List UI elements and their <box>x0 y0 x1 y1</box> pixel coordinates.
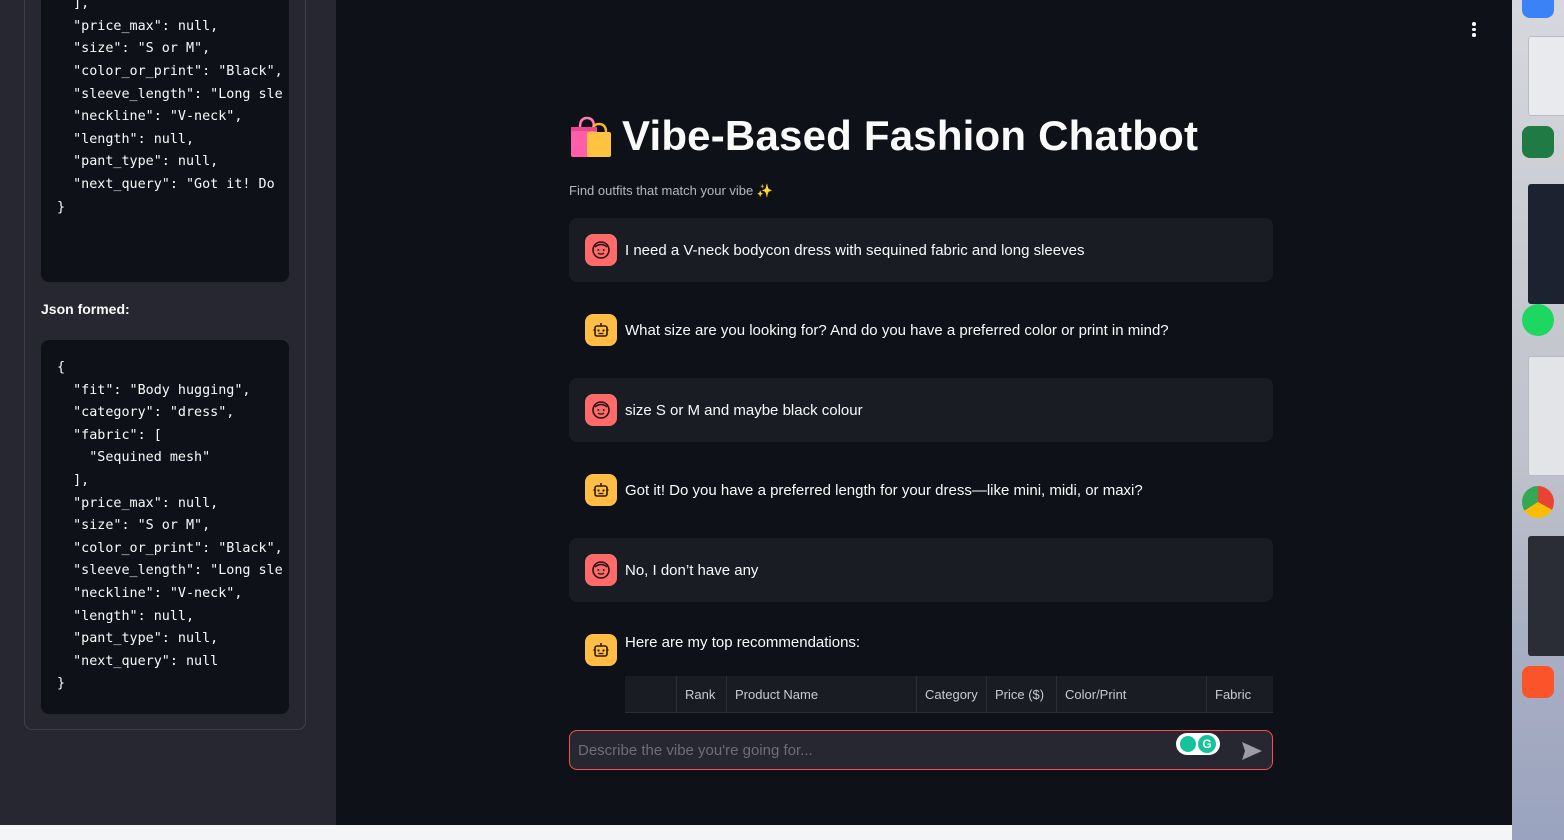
main-content: Vibe-Based Fashion Chatbot Find outfits … <box>336 0 1512 825</box>
kebab-dot-icon <box>1472 27 1476 31</box>
code-line: "pant_type": null, <box>57 631 219 647</box>
assistant-avatar-icon <box>585 474 617 506</box>
code-line: "sleeve_length": "Long sle <box>57 563 283 579</box>
desktop-dock <box>1512 0 1564 840</box>
code-line: "fit": "Body hugging", <box>57 382 251 398</box>
code-line: "Sequined mesh" <box>57 450 211 466</box>
code-line: } <box>57 676 66 692</box>
grammarly-suggest-icon <box>1180 736 1196 752</box>
code-line: "next_query": null <box>57 653 219 669</box>
code-line: "fabric": [ <box>57 427 162 443</box>
grammarly-widget[interactable]: G <box>1176 733 1220 755</box>
chrome-icon[interactable] <box>1522 486 1554 518</box>
code-line: ], <box>57 472 90 488</box>
code-line: } <box>57 199 66 215</box>
kebab-dot-icon <box>1472 22 1476 26</box>
code-line: "color_or_print": "Black", <box>57 63 283 79</box>
brave-icon[interactable] <box>1522 666 1554 698</box>
bottom-strip <box>0 825 1512 840</box>
code-line: "price_max": null, <box>57 495 219 511</box>
user-avatar-icon <box>585 554 617 586</box>
sidebar: "fabric": [ "Sequined mesh" ], "price_ma… <box>0 0 336 840</box>
assistant-avatar-icon <box>585 634 617 666</box>
code-block-json-formed: { "fit": "Body hugging", "category": "dr… <box>41 340 289 714</box>
user-avatar-icon <box>585 234 617 266</box>
code-line: ], <box>57 0 90 12</box>
message-text: Here are my top recommendations: <box>625 634 861 651</box>
message-text: What size are you looking for? And do yo… <box>625 321 1169 339</box>
sparkles-icon: ✨ <box>756 183 774 198</box>
user-message: I need a V-neck bodycon dress with sequi… <box>569 218 1273 282</box>
table-column-header[interactable] <box>625 676 677 712</box>
code-line: "next_query": "Got it! Do <box>57 176 275 192</box>
shopping-bags-icon <box>571 116 611 157</box>
chat-input-container: G <box>569 730 1273 770</box>
page-subtitle: Find outfits that match your vibe ✨ <box>569 183 773 199</box>
assistant-message: What size are you looking for? And do yo… <box>569 298 1273 362</box>
grammarly-logo-icon: G <box>1198 735 1216 753</box>
message-text: I need a V-neck bodycon dress with sequi… <box>625 241 1085 259</box>
page-title: Vibe-Based Fashion Chatbot <box>622 112 1199 159</box>
code-line: "color_or_print": "Black", <box>57 540 283 556</box>
code-line: "size": "S or M", <box>57 41 211 57</box>
table-column-header[interactable]: Price ($) <box>987 676 1057 712</box>
main-menu-button[interactable] <box>1464 20 1484 44</box>
message-text: Got it! Do you have a preferred length f… <box>625 481 1143 499</box>
message-text: No, I don’t have any <box>625 561 759 579</box>
code-line: "neckline": "V-neck", <box>57 109 243 125</box>
assistant-avatar-icon <box>585 314 617 346</box>
code-line: { <box>57 360 66 375</box>
send-button[interactable] <box>1240 740 1264 762</box>
code-line: "size": "S or M", <box>57 518 211 534</box>
code-line: "price_max": null, <box>57 18 219 34</box>
code-block-previous-json: "fabric": [ "Sequined mesh" ], "price_ma… <box>41 0 289 282</box>
table-column-header[interactable]: Fabric <box>1207 676 1273 712</box>
assistant-message: Here are my top recommendations: <box>569 614 1273 684</box>
code-line: "pant_type": null, <box>57 154 219 170</box>
code-line: "neckline": "V-neck", <box>57 585 243 601</box>
code-line: "length": null, <box>57 131 195 147</box>
window-thumbnail[interactable] <box>1528 356 1564 476</box>
user-avatar-icon <box>585 394 617 426</box>
window-thumbnail[interactable] <box>1528 184 1564 304</box>
window-thumbnail[interactable] <box>1528 36 1564 116</box>
code-line: "length": null, <box>57 608 195 624</box>
subtitle-text: Find outfits that match your vibe <box>569 183 754 198</box>
message-text: size S or M and maybe black colour <box>625 401 863 419</box>
json-formed-label: Json formed: <box>41 301 130 317</box>
recommendations-table[interactable]: Rank Product Name Category Price ($) Color/P… <box>625 676 1273 713</box>
window-thumbnail[interactable] <box>1528 536 1564 656</box>
table-column-header[interactable]: Color/Print <box>1057 676 1207 712</box>
table-column-header[interactable]: Product Name <box>727 676 917 712</box>
table-header-row: Rank Product Name Category Price ($) Color/P… <box>625 676 1273 712</box>
assistant-message: Got it! Do you have a preferred length f… <box>569 458 1273 522</box>
spotify-icon[interactable] <box>1522 304 1554 336</box>
user-message: No, I don’t have any <box>569 538 1273 602</box>
code-line: "category": "dress", <box>57 405 235 421</box>
excel-icon[interactable] <box>1522 126 1554 158</box>
kebab-dot-icon <box>1472 33 1476 37</box>
table-column-header[interactable]: Rank <box>677 676 727 712</box>
code-line: "sleeve_length": "Long sle <box>57 86 283 102</box>
page-header: Vibe-Based Fashion Chatbot <box>568 112 1198 160</box>
chat-input[interactable] <box>578 731 1158 769</box>
user-message: size S or M and maybe black colour <box>569 378 1273 442</box>
finder-icon[interactable] <box>1522 0 1554 18</box>
table-column-header[interactable]: Category <box>917 676 987 712</box>
